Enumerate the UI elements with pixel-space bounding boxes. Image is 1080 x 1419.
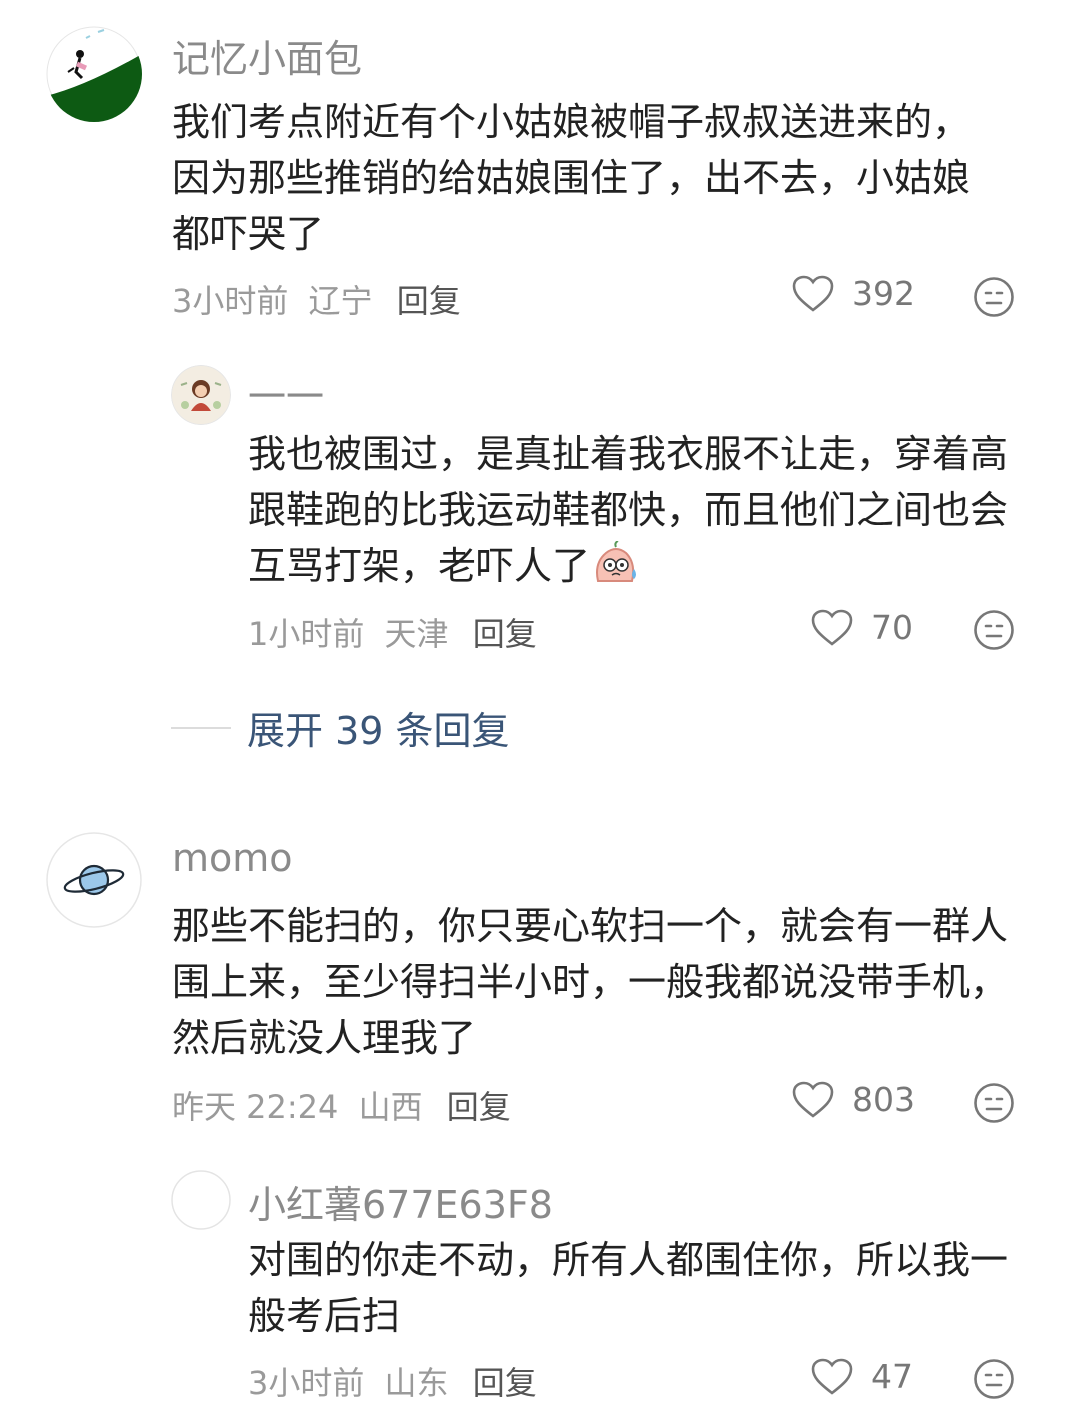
default-avatar-icon [171, 1170, 231, 1230]
dislike-face-icon[interactable] [973, 276, 1015, 318]
expand-replies-label: 展开 39 条回复 [247, 709, 510, 753]
dislike-face-icon[interactable] [973, 1358, 1015, 1400]
username[interactable]: 小红薯677E63F8 [248, 1174, 553, 1229]
reply-button[interactable]: 回复 [473, 615, 537, 653]
comment-meta: 3小时前 山东 回复 [248, 1358, 537, 1404]
user-avatar[interactable] [46, 832, 142, 928]
like-button[interactable]: 70 [811, 608, 913, 647]
user-avatar[interactable] [46, 26, 142, 122]
heart-icon [811, 1358, 853, 1395]
divider [171, 726, 231, 729]
skiing-figure-avatar-icon [46, 26, 142, 122]
heart-icon [792, 1081, 834, 1118]
username[interactable]: 一一 [248, 366, 324, 421]
comment-text: 对围的你走不动，所有人都围住你，所以我一般考后扫 [248, 1238, 1009, 1338]
like-button[interactable]: 803 [792, 1080, 915, 1119]
reply-button[interactable]: 回复 [447, 1088, 511, 1126]
comment-time: 3小时前 [172, 282, 289, 320]
reply-button[interactable]: 回复 [473, 1364, 537, 1402]
like-button[interactable]: 47 [811, 1357, 913, 1396]
like-count: 803 [852, 1080, 915, 1119]
sweating-face-sticker-icon [596, 540, 637, 582]
heart-icon [792, 275, 834, 312]
comment-text: 那些不能扫的，你只要心软扫一个，就会有一群人围上来，至少得扫半小时，一般我都说没… [172, 904, 1009, 1060]
comment-text: 我也被围过，是真扯着我衣服不让走，穿着高跟鞋跑的比我运动鞋都快，而且他们之间也会… [248, 426, 1018, 594]
planet-avatar-icon [46, 832, 142, 928]
user-avatar[interactable] [171, 1170, 231, 1230]
comment-text: 我们考点附近有个小姑娘被帽子叔叔送进来的，因为那些推销的给姑娘围住了，出不去，小… [172, 100, 971, 256]
comment-location: 山东 [384, 1364, 449, 1402]
reply-button[interactable]: 回复 [397, 282, 461, 320]
comment-meta: 昨天 22:24 山西 回复 [172, 1082, 511, 1128]
comment-meta: 1小时前 天津 回复 [248, 609, 537, 655]
like-count: 392 [852, 274, 915, 313]
like-count: 70 [871, 608, 913, 647]
username[interactable]: momo [172, 836, 293, 880]
comment-time: 昨天 22:24 [172, 1088, 339, 1126]
dislike-face-icon[interactable] [973, 1082, 1015, 1124]
comment-location: 辽宁 [308, 282, 373, 320]
heart-icon [811, 609, 853, 646]
comment-location: 山西 [358, 1088, 423, 1126]
comment-time: 3小时前 [248, 1364, 365, 1402]
illustrated-girl-avatar-icon [171, 365, 231, 425]
like-count: 47 [871, 1357, 913, 1396]
username[interactable]: 记忆小面包 [172, 28, 362, 83]
like-button[interactable]: 392 [792, 274, 915, 313]
comment-meta: 3小时前 辽宁 回复 [172, 276, 461, 322]
comment-time: 1小时前 [248, 615, 365, 653]
user-avatar[interactable] [171, 365, 231, 425]
comment-location: 天津 [384, 615, 449, 653]
expand-replies-button[interactable]: 展开 39 条回复 [171, 700, 510, 755]
dislike-face-icon[interactable] [973, 609, 1015, 651]
